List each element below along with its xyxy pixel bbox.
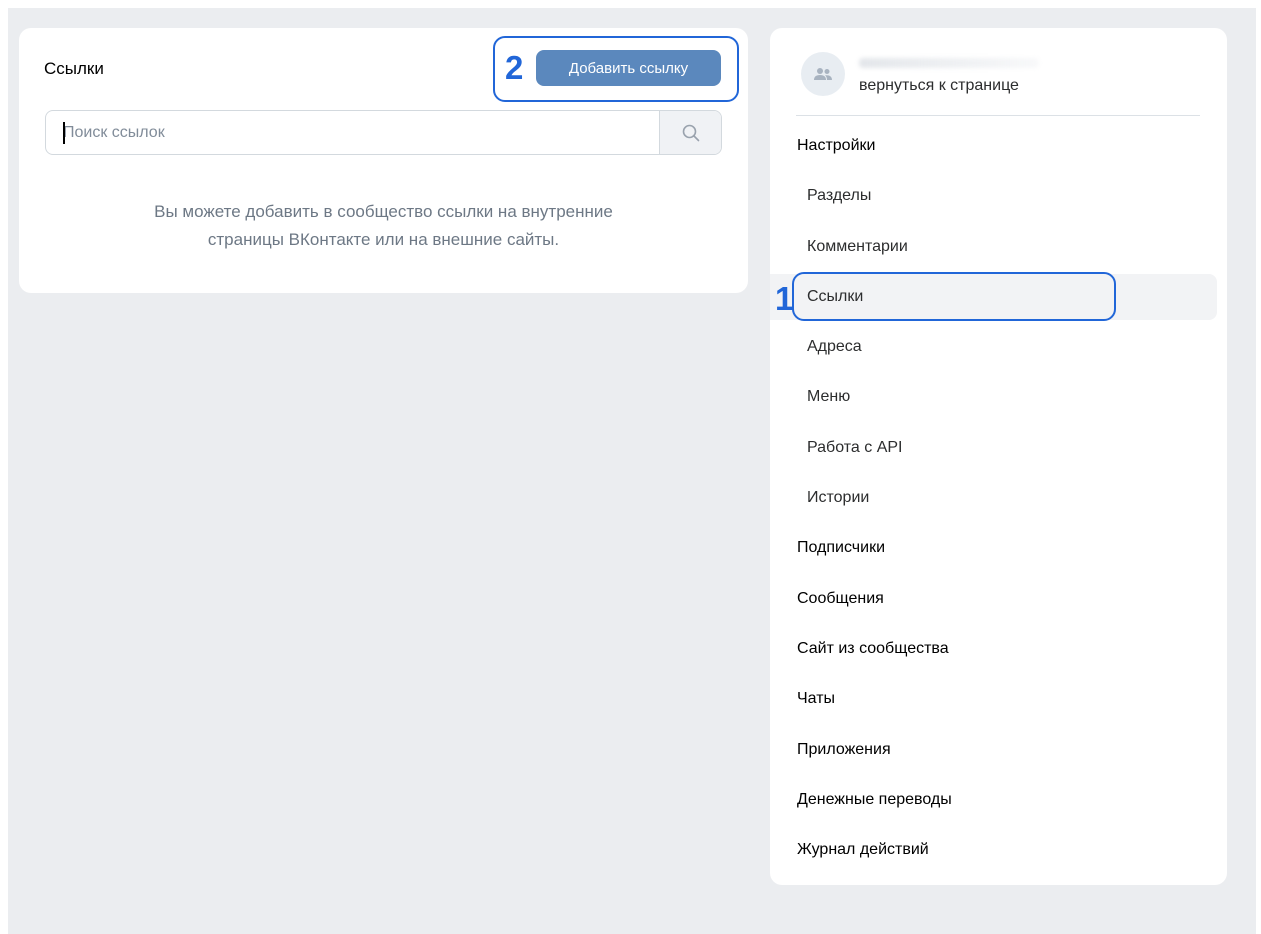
menu-item-api[interactable]: Работа с API xyxy=(770,425,1227,471)
menu-item-menu[interactable]: Меню xyxy=(770,374,1227,420)
empty-state-line: страницы ВКонтакте или на внешние сайты. xyxy=(207,230,560,249)
menu-item-chats[interactable]: Чаты xyxy=(770,676,1227,722)
menu-item-comments[interactable]: Комментарии xyxy=(770,224,1227,270)
menu-item-addresses[interactable]: Адреса xyxy=(770,324,1227,370)
menu-item-subscribers[interactable]: Подписчики xyxy=(770,525,1227,571)
annotation-number-2: 2 xyxy=(505,49,524,86)
search-input[interactable] xyxy=(46,111,659,154)
search-button[interactable] xyxy=(659,111,721,154)
search-box xyxy=(45,110,722,155)
menu-item-site[interactable]: Сайт из сообщества xyxy=(770,626,1227,672)
menu-item-sections[interactable]: Разделы xyxy=(770,173,1227,219)
menu-item-messages[interactable]: Сообщения xyxy=(770,576,1227,622)
text-caret xyxy=(63,122,65,144)
blurred-group-name xyxy=(859,58,1039,68)
menu-item-stories[interactable]: Истории xyxy=(770,475,1227,521)
users-icon xyxy=(814,68,832,80)
menu-item-settings[interactable]: Настройки xyxy=(770,123,1227,169)
search-icon xyxy=(682,124,699,141)
back-to-page-link[interactable]: вернуться к странице xyxy=(859,77,1019,95)
settings-menu: вернуться к странице Настройки Разделы К… xyxy=(770,28,1227,885)
annotation-box-2 xyxy=(493,36,739,102)
menu-item-apps[interactable]: Приложения xyxy=(770,727,1227,773)
empty-state-text: Вы можете добавить в сообщество ссылки н… xyxy=(19,198,748,254)
group-avatar-icon xyxy=(801,52,845,96)
page-title: Ссылки xyxy=(44,59,104,78)
menu-item-action-log[interactable]: Журнал действий xyxy=(770,827,1227,873)
empty-state-line: Вы можете добавить в сообщество ссылки н… xyxy=(154,202,613,221)
divider xyxy=(796,115,1200,116)
menu-item-money-transfers[interactable]: Денежные переводы xyxy=(770,777,1227,823)
annotation-box-1 xyxy=(792,272,1116,321)
annotation-number-1: 1 xyxy=(775,280,794,317)
